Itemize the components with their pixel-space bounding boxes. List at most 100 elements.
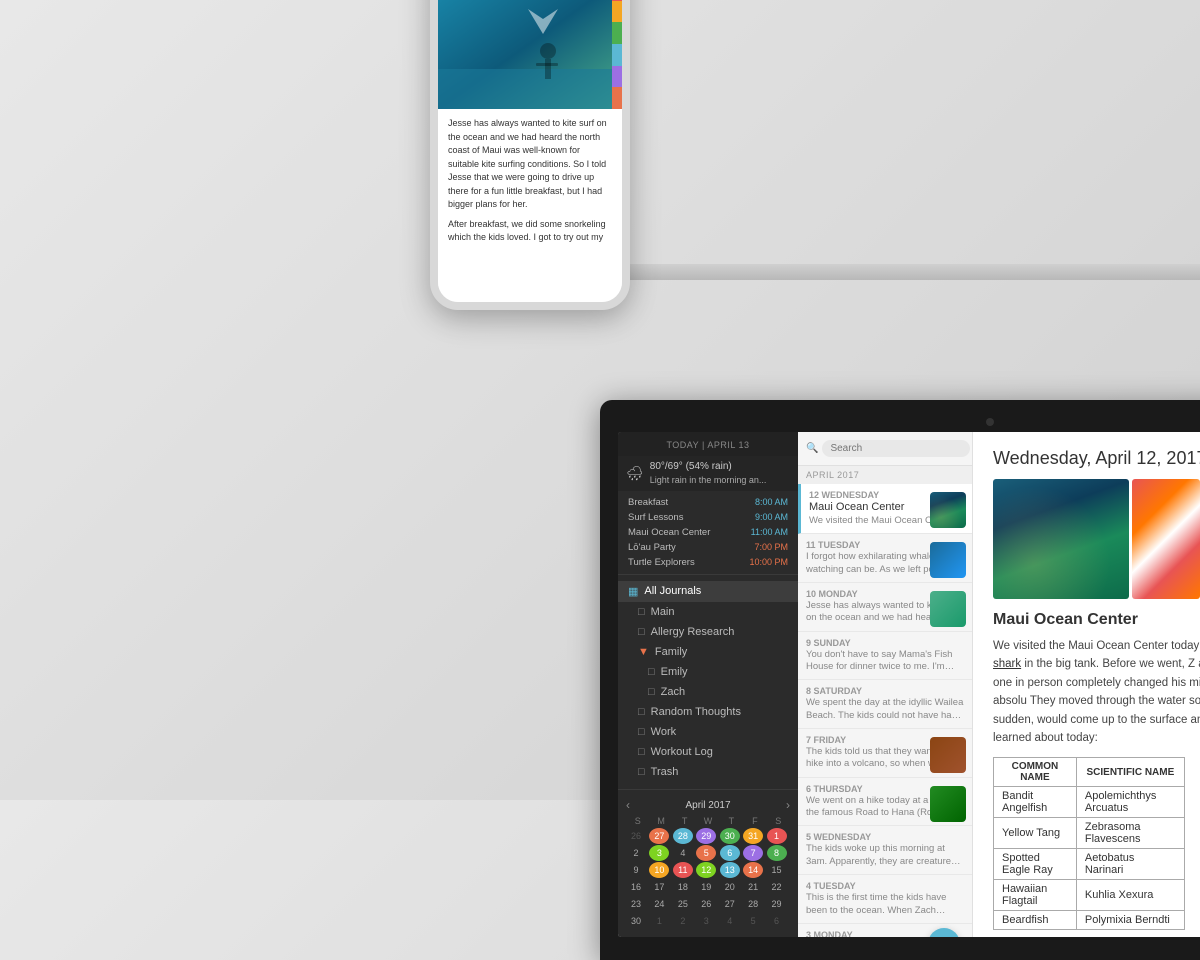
entry-item[interactable]: 8 SATURDAY We spent the day at the idyll… — [798, 680, 972, 729]
sidebar-item-main[interactable]: □ Main — [618, 602, 798, 622]
entry-item[interactable]: 10 MONDAY Jesse has always wanted to kit… — [798, 583, 972, 632]
cal-day[interactable]: 23 — [626, 896, 646, 912]
sidebar-item-family[interactable]: ▼ Family — [618, 642, 798, 662]
schedule-item: Lō'au Party 7:00 PM — [618, 540, 798, 555]
cal-day[interactable]: 6 — [767, 913, 787, 929]
entry-preview: The kids woke up this morning at 3am. Ap… — [806, 843, 964, 868]
cal-day[interactable]: 5 — [696, 845, 716, 861]
cal-day[interactable]: 11 — [673, 862, 693, 878]
sidebar-item-workout[interactable]: □ Workout Log — [618, 742, 798, 762]
cal-day[interactable]: 15 — [767, 862, 787, 878]
sidebar-schedule: Breakfast 8:00 AM Surf Lessons 9:00 AM M… — [618, 491, 798, 575]
nav-label: Random Thoughts — [651, 706, 741, 718]
entry-preview: You don't have to say Mama's Fish House … — [806, 649, 964, 674]
fish-common: Bandit Angelfish — [994, 787, 1077, 818]
photo-strip — [993, 479, 1200, 599]
cal-day[interactable]: 8 — [767, 845, 787, 861]
cal-day[interactable]: 2 — [673, 913, 693, 929]
cal-day[interactable]: 3 — [649, 845, 669, 861]
cal-day[interactable]: 6 — [720, 845, 740, 861]
phone-screen: 4:33 PM ●●●●○ WiFi < MONDAY 4/10/17 ⬡ ⓘ — [438, 0, 622, 302]
cal-day[interactable]: 10 — [649, 862, 669, 878]
cal-day[interactable]: 2 — [626, 845, 646, 861]
photo-cell[interactable] — [993, 479, 1129, 599]
cal-day[interactable]: 28 — [673, 828, 693, 844]
cal-day[interactable]: 29 — [696, 828, 716, 844]
weather-desc: Light rain in the morning an... — [650, 474, 767, 487]
cal-day[interactable]: 12 — [696, 862, 716, 878]
cal-day[interactable]: 27 — [649, 828, 669, 844]
weather-info: 80°/69° (54% rain) Light rain in the mor… — [650, 460, 767, 487]
schedule-time: 9:00 AM — [755, 512, 788, 523]
cal-day[interactable]: 17 — [649, 879, 669, 895]
cal-day[interactable]: 28 — [743, 896, 763, 912]
entry-item[interactable]: 6 THURSDAY We went on a hike today at a … — [798, 778, 972, 827]
entry-item[interactable]: 3 MONDAY We've been planning our trip to… — [798, 924, 972, 937]
cal-day[interactable]: 9 — [626, 862, 646, 878]
cal-day[interactable]: 7 — [743, 845, 763, 861]
cal-day-today[interactable]: 13 — [720, 862, 740, 878]
sidebar-item-random-thoughts[interactable]: □ Random Thoughts — [618, 702, 798, 722]
fish-common: Spotted Eagle Ray — [994, 849, 1077, 880]
book-icon: □ — [638, 746, 645, 758]
cal-day[interactable]: 24 — [649, 896, 669, 912]
cal-day[interactable]: 30 — [626, 913, 646, 929]
sidebar-item-zach[interactable]: □ Zach — [618, 682, 798, 702]
schedule-time: 7:00 PM — [754, 542, 788, 553]
cal-day[interactable]: 18 — [673, 879, 693, 895]
cal-day[interactable]: 14 — [743, 862, 763, 878]
cal-day[interactable]: 19 — [696, 879, 716, 895]
cal-day[interactable]: 21 — [743, 879, 763, 895]
entry-month-header: APRIL 2017 — [798, 466, 972, 484]
cal-day[interactable]: 30 — [720, 828, 740, 844]
entry-item[interactable]: 5 WEDNESDAY The kids woke up this mornin… — [798, 826, 972, 875]
cal-day[interactable]: 4 — [720, 913, 740, 929]
cal-day[interactable]: 27 — [720, 896, 740, 912]
phone-shell: 4:33 PM ●●●●○ WiFi < MONDAY 4/10/17 ⬡ ⓘ — [430, 0, 630, 310]
search-input[interactable] — [822, 440, 970, 457]
entry-item[interactable]: 12 WEDNESDAY Maui Ocean Center We visite… — [798, 484, 972, 534]
entry-item[interactable]: 11 TUESDAY I forgot how exhilarating wha… — [798, 534, 972, 583]
entry-item[interactable]: 7 FRIDAY The kids told us that they want… — [798, 729, 972, 778]
fish-common: Yellow Tang — [994, 818, 1077, 849]
cal-day[interactable]: 20 — [720, 879, 740, 895]
sidebar-item-work[interactable]: □ Work — [618, 722, 798, 742]
cal-day[interactable]: 22 — [767, 879, 787, 895]
sidebar-item-emily[interactable]: □ Emily — [618, 662, 798, 682]
entry-date: 4 TUESDAY — [806, 881, 964, 891]
calendar-days-header: SMTWTFS — [626, 816, 790, 826]
nav-label: Workout Log — [651, 746, 713, 758]
sidebar-header: TODAY | APRIL 13 — [618, 432, 798, 456]
sidebar-item-all-journals[interactable]: ▦ All Journals — [618, 581, 798, 602]
entry-item[interactable]: 4 TUESDAY This is the first time the kid… — [798, 875, 972, 924]
entry-item[interactable]: 9 SUNDAY You don't have to say Mama's Fi… — [798, 632, 972, 681]
cal-day[interactable]: 25 — [673, 896, 693, 912]
calendar-prev[interactable]: ‹ — [626, 798, 630, 812]
sidebar-item-trash[interactable]: □ Trash — [618, 762, 798, 782]
entry-header: Wednesday, April 12, 2017 ☀ 📷 📍 — [993, 448, 1200, 469]
cal-day[interactable]: 16 — [626, 879, 646, 895]
phone-paragraph-1: Jesse has always wanted to kite surf on … — [448, 117, 612, 212]
cal-day[interactable]: 4 — [673, 845, 693, 861]
cal-day[interactable]: 5 — [743, 913, 763, 929]
phone-entry-text: Jesse has always wanted to kite surf on … — [438, 109, 622, 302]
nav-label: Allergy Research — [651, 626, 735, 638]
sidebar-item-allergy[interactable]: □ Allergy Research — [618, 622, 798, 642]
schedule-name: Turtle Explorers — [628, 557, 695, 568]
table-row: Hawaiian Flagtail Kuhlia Xexura — [994, 880, 1185, 911]
entry-thumbnail — [930, 591, 966, 627]
entry-date: 5 WEDNESDAY — [806, 832, 964, 842]
cal-day[interactable]: 29 — [767, 896, 787, 912]
link-shark[interactable]: great white shark — [993, 640, 1200, 670]
cal-day[interactable]: 3 — [696, 913, 716, 929]
photo-cell[interactable] — [1132, 479, 1200, 599]
entry-preview: We spent the day at the idyllic Wailea B… — [806, 697, 964, 722]
cal-day[interactable]: 1 — [767, 828, 787, 844]
cal-day[interactable]: 1 — [649, 913, 669, 929]
cal-day[interactable]: 31 — [743, 828, 763, 844]
cal-day[interactable]: 26 — [626, 828, 646, 844]
cal-day[interactable]: 26 — [696, 896, 716, 912]
calendar-next[interactable]: › — [786, 798, 790, 812]
phone-photo[interactable] — [438, 0, 622, 109]
color-tab — [612, 44, 622, 66]
